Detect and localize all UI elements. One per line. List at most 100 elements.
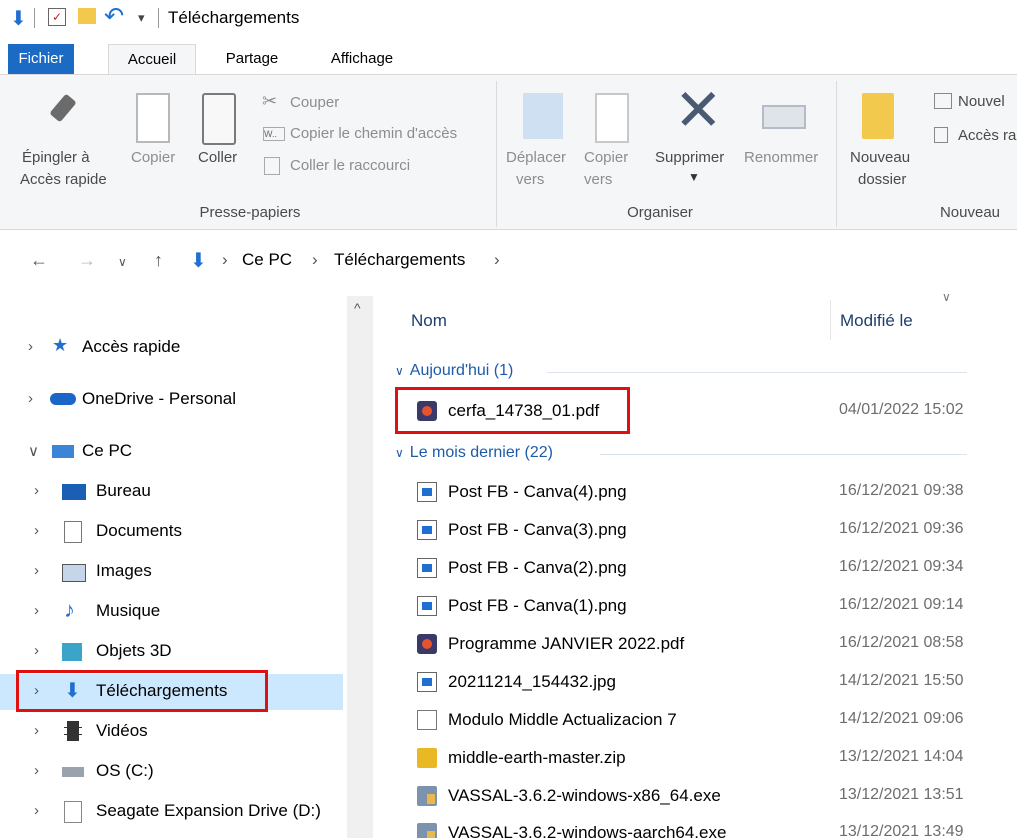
divider [158, 8, 159, 28]
file-name: Modulo Middle Actualizacion 7 [448, 710, 677, 729]
group-header-today[interactable]: ∨ Aujourd'hui (1) [395, 362, 967, 380]
nav-item-videos[interactable]: › Vidéos [0, 714, 345, 750]
cut-button[interactable]: Couper [290, 92, 339, 114]
copy-button[interactable]: Copier [131, 147, 175, 169]
file-row[interactable]: Post FB - Canva(2).png 16/12/2021 09:34 [410, 551, 1017, 587]
pin-button[interactable] [44, 91, 84, 141]
forward-arrow-icon[interactable]: → [78, 250, 96, 271]
file-row[interactable]: middle-earth-master.zip 13/12/2021 14:04 [410, 741, 1017, 777]
tab-accueil[interactable]: Accueil [108, 44, 196, 75]
folder-icon[interactable] [78, 8, 96, 24]
nav-label: OS (C:) [96, 761, 154, 780]
nav-item-os-c[interactable]: › OS (C:) [0, 754, 345, 790]
nav-item-documents[interactable]: › Documents [0, 514, 345, 550]
nav-item-onedrive[interactable]: › OneDrive - Personal [0, 382, 345, 418]
nav-item-objets-3d[interactable]: › Objets 3D [0, 634, 345, 670]
customize-toolbar-icon[interactable]: ▾ [138, 10, 145, 26]
nav-item-images[interactable]: › Images [0, 554, 345, 590]
column-header-modified[interactable]: Modifié le [840, 311, 913, 331]
new-folder-label[interactable]: Nouveau [850, 147, 910, 169]
nav-item-seagate[interactable]: › Seagate Expansion Drive (D:) [0, 794, 345, 830]
new-folder-label-2[interactable]: dossier [858, 169, 906, 191]
file-row[interactable]: Modulo Middle Actualizacion 7 14/12/2021… [410, 703, 1017, 739]
copy-path-button[interactable]: Copier le chemin d'accès [290, 123, 457, 145]
file-date: 13/12/2021 14:04 [839, 748, 964, 765]
back-arrow-icon[interactable]: ← [30, 250, 48, 271]
column-divider[interactable] [830, 300, 831, 340]
chevron-down-icon: ∨ [395, 446, 404, 460]
chevron-right-icon[interactable]: › [28, 390, 33, 407]
paste-shortcut-button[interactable]: Coller le raccourci [290, 155, 410, 177]
recent-locations-chevron-icon[interactable]: ∨ [118, 255, 127, 269]
scroll-up-icon[interactable]: ^ [354, 300, 361, 316]
pin-label-1[interactable]: Épingler à [22, 147, 90, 169]
chevron-right-icon[interactable]: › [28, 338, 33, 355]
nav-scrollbar[interactable]: ^ [347, 296, 373, 838]
chevron-right-icon[interactable]: › [34, 722, 39, 739]
undo-icon[interactable]: ↶ [104, 2, 124, 31]
file-name: VASSAL-3.6.2-windows-x86_64.exe [448, 786, 721, 805]
divider [34, 8, 35, 28]
chevron-down-icon[interactable]: ▼ [688, 170, 700, 184]
copy-to-label[interactable]: Copier [584, 147, 628, 169]
nav-item-acces-rapide[interactable]: › ★ Accès rapide [0, 330, 345, 366]
file-date: 14/12/2021 09:06 [839, 710, 964, 727]
breadcrumb-separator[interactable]: › [312, 250, 318, 270]
tab-partage[interactable]: Partage [212, 44, 292, 74]
breadcrumb-ce-pc[interactable]: Ce PC [242, 250, 292, 270]
new-item-button[interactable]: Nouvel [958, 91, 1005, 113]
chevron-right-icon[interactable]: › [34, 562, 39, 579]
chevron-right-icon[interactable]: › [34, 642, 39, 659]
nav-item-musique[interactable]: › ♪ Musique [0, 594, 345, 630]
file-row[interactable]: Programme JANVIER 2022.pdf 16/12/2021 08… [410, 627, 1017, 663]
new-folder-icon[interactable] [862, 93, 894, 139]
file-row[interactable]: Post FB - Canva(1).png 16/12/2021 09:14 [410, 589, 1017, 625]
properties-icon[interactable]: ✓ [48, 8, 66, 26]
nav-label: Ce PC [82, 441, 133, 460]
delete-button[interactable]: Supprimer [655, 147, 724, 169]
documents-icon [64, 521, 82, 543]
copy-icon[interactable] [136, 93, 170, 143]
tab-affichage[interactable]: Affichage [316, 44, 408, 74]
rename-button[interactable]: Renommer [744, 147, 818, 169]
copy-to-label-2[interactable]: vers [584, 169, 612, 191]
clipboard-icon[interactable] [202, 93, 236, 145]
move-to-label-2[interactable]: vers [516, 169, 544, 191]
delete-x-icon[interactable]: ✕ [674, 81, 723, 141]
file-date: 16/12/2021 08:58 [839, 634, 964, 651]
file-row[interactable]: Post FB - Canva(3).png 16/12/2021 09:36 [410, 513, 1017, 549]
nav-label: Images [96, 561, 152, 580]
paste-button[interactable]: Coller [198, 147, 237, 169]
chevron-right-icon[interactable]: › [34, 522, 39, 539]
chevron-right-icon[interactable]: › [34, 602, 39, 619]
move-to-icon[interactable] [523, 93, 563, 139]
breadcrumb-telechargements[interactable]: Téléchargements [334, 250, 465, 270]
nav-label: Documents [96, 521, 182, 540]
file-row[interactable]: 20211214_154432.jpg 14/12/2021 15:50 [410, 665, 1017, 701]
up-arrow-icon[interactable]: ↑ [154, 250, 163, 271]
file-name: Post FB - Canva(3).png [448, 520, 627, 539]
file-row[interactable]: Post FB - Canva(4).png 16/12/2021 09:38 [410, 475, 1017, 511]
file-row[interactable]: VASSAL-3.6.2-windows-aarch64.exe 13/12/2… [410, 816, 1017, 838]
breadcrumb-separator[interactable]: › [222, 250, 228, 270]
tab-fichier[interactable]: Fichier [8, 44, 74, 74]
rename-icon[interactable] [762, 105, 806, 129]
easy-access-button[interactable]: Accès ra [958, 125, 1016, 147]
copy-to-icon[interactable] [595, 93, 629, 143]
nav-label: Musique [96, 601, 161, 620]
column-header-name[interactable]: Nom [411, 311, 447, 331]
nav-item-ce-pc[interactable]: ∨ Ce PC [0, 434, 345, 470]
group-header-last-month[interactable]: ∨ Le mois dernier (22) [395, 444, 967, 462]
breadcrumb-separator[interactable]: › [494, 250, 500, 270]
pin-label-2[interactable]: Accès rapide [20, 169, 107, 191]
chevron-down-icon[interactable]: ∨ [28, 442, 39, 460]
file-name: Post FB - Canva(2).png [448, 558, 627, 577]
move-to-label[interactable]: Déplacer [506, 147, 566, 169]
chevron-right-icon[interactable]: › [34, 762, 39, 779]
nav-item-bureau[interactable]: › Bureau [0, 474, 345, 510]
chevron-right-icon[interactable]: › [34, 482, 39, 499]
chevron-right-icon[interactable]: › [34, 802, 39, 819]
download-location-icon: ⬇ [190, 250, 207, 272]
file-row[interactable]: VASSAL-3.6.2-windows-x86_64.exe 13/12/20… [410, 779, 1017, 815]
file-date: 13/12/2021 13:49 [839, 823, 964, 838]
